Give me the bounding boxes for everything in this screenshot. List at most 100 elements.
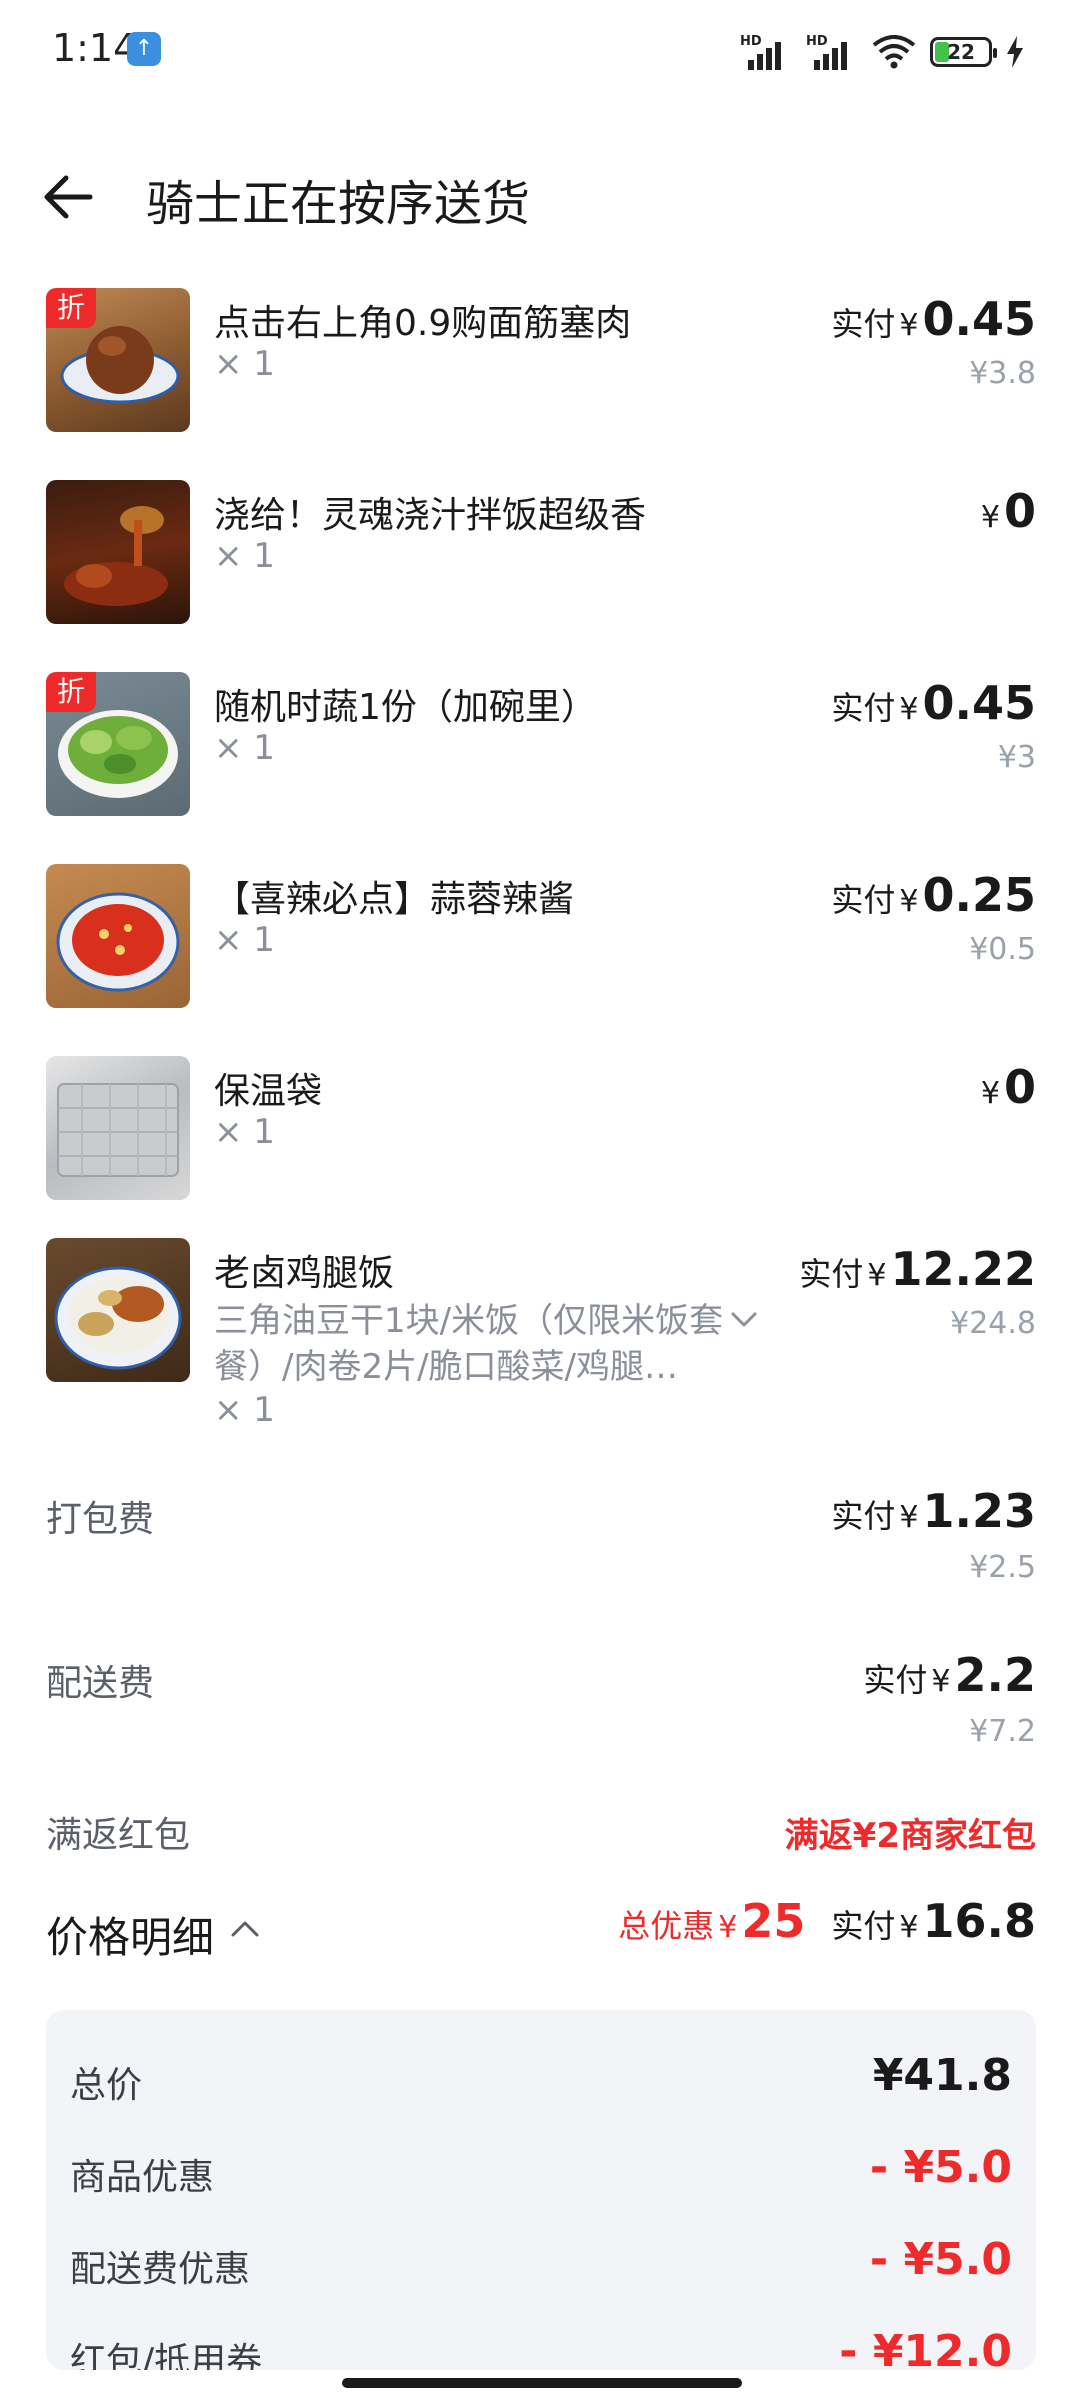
charging-icon	[1007, 36, 1023, 68]
item-quantity: × 1	[214, 1112, 275, 1152]
list-item[interactable]: 保温袋 × 1 ¥0	[0, 1056, 1080, 1206]
breakdown-row: 配送费优惠 - ¥5.0	[70, 2234, 1012, 2294]
breakdown-value: - ¥12.0	[839, 2326, 1012, 2370]
signal-icon-1: HD	[740, 34, 792, 70]
breakdown-label: 总价	[70, 2065, 143, 2106]
breakdown-label: 红包/抵用券	[70, 2341, 263, 2370]
item-price: 实付 ¥12.22	[799, 1242, 1036, 1296]
currency-symbol: ¥	[899, 308, 919, 343]
battery-level: 22	[947, 40, 975, 64]
price-breakdown-toggle[interactable]: 价格明细	[46, 1904, 214, 1965]
item-price: 实付 ¥0.45	[831, 676, 1036, 730]
currency-symbol: ¥	[980, 1076, 1000, 1111]
paid-amount: 0.45	[922, 676, 1037, 730]
discount-badge: 折	[46, 672, 96, 712]
item-name: 随机时蔬1份（加碗里）	[214, 687, 597, 728]
item-price: 实付 ¥0.45	[831, 292, 1036, 346]
currency-symbol: ¥	[899, 1910, 919, 1945]
list-item[interactable]: 折 随机时蔬1份（加碗里） × 1 实付 ¥0.45 ¥3	[0, 672, 1080, 822]
home-indicator[interactable]	[342, 2378, 742, 2388]
dish-image	[46, 480, 190, 624]
original-price: ¥2.5	[969, 1550, 1036, 1585]
red-packet-value: 满返¥2商家红包	[784, 1816, 1036, 1856]
delivery-fee-price: 实付 ¥2.2	[863, 1648, 1036, 1702]
item-price: ¥0	[977, 484, 1036, 538]
breakdown-value: ¥41.8	[872, 2050, 1012, 2101]
item-quantity: × 1	[214, 536, 275, 576]
battery-icon: 22	[930, 37, 997, 67]
paid-amount: 0.45	[922, 292, 1037, 346]
item-name: 老卤鸡腿饭	[214, 1253, 395, 1294]
delivery-fee-row: 配送费 实付 ¥2.2 ¥7.2	[0, 1648, 1080, 1754]
red-packet-label: 满返红包	[46, 1815, 191, 1856]
paid-amount: 0.25	[922, 868, 1037, 922]
original-price: ¥7.2	[969, 1714, 1036, 1749]
order-summary: 总优惠 ¥25 实付 ¥16.8	[618, 1894, 1036, 1948]
item-price: ¥0	[977, 1060, 1036, 1114]
item-quantity: × 1	[214, 920, 275, 960]
signal-icon-2: HD	[806, 34, 858, 70]
paid-amount: 2.2	[954, 1648, 1037, 1702]
breakdown-label: 配送费优惠	[70, 2249, 251, 2290]
status-time: 1:14	[52, 26, 138, 70]
page-header: 骑士正在按序送货	[0, 150, 1080, 240]
currency-symbol: ¥	[867, 1258, 887, 1293]
total-paid-amount: 16.8	[922, 1894, 1037, 1948]
red-packet-row: 满返红包 满返¥2商家红包	[0, 1806, 1080, 1866]
paid-prefix: 实付	[831, 1497, 896, 1535]
item-quantity: × 1	[214, 728, 275, 768]
total-discount-amount: 25	[741, 1894, 806, 1948]
paid-prefix: 实付	[831, 1907, 896, 1945]
currency-symbol: ¥	[899, 1500, 919, 1535]
chevron-down-icon[interactable]	[730, 1310, 758, 1330]
discount-badge: 折	[46, 288, 96, 328]
paid-amount: 12.22	[890, 1242, 1036, 1296]
breakdown-value: - ¥5.0	[869, 2142, 1012, 2193]
original-price: ¥3	[997, 740, 1036, 775]
breakdown-row: 红包/抵用券 - ¥12.0	[70, 2326, 1012, 2370]
currency-symbol: ¥	[899, 692, 919, 727]
currency-symbol: ¥	[931, 1664, 951, 1699]
item-options: 三角油豆干1块/米饭（仅限米饭套餐）/肉卷2片/脆口酸菜/鸡腿…	[214, 1301, 724, 1387]
paid-prefix: 实付	[863, 1661, 928, 1699]
paid-amount: 0	[1003, 1060, 1036, 1114]
dish-image	[46, 1056, 190, 1200]
paid-prefix: 实付	[831, 305, 896, 343]
list-item[interactable]: 【喜辣必点】蒜蓉辣酱 × 1 实付 ¥0.25 ¥0.5	[0, 864, 1080, 1014]
back-arrow-icon[interactable]	[40, 172, 100, 222]
breakdown-row: 总价 ¥41.8	[70, 2050, 1012, 2110]
paid-prefix: 实付	[831, 881, 896, 919]
delivery-fee-label: 配送费	[46, 1663, 155, 1704]
currency-symbol: ¥	[899, 884, 919, 919]
dish-image: 折	[46, 288, 190, 432]
list-item[interactable]: 浇给！灵魂浇汁拌饭超级香 × 1 ¥0	[0, 480, 1080, 630]
item-name: 点击右上角0.9购面筋塞肉	[214, 303, 632, 344]
currency-symbol: ¥	[980, 500, 1000, 535]
list-item[interactable]: 老卤鸡腿饭 三角油豆干1块/米饭（仅限米饭套餐）/肉卷2片/脆口酸菜/鸡腿… ×…	[0, 1238, 1080, 1438]
paid-prefix: 实付	[799, 1255, 864, 1293]
dish-image	[46, 864, 190, 1008]
total-discount-label: 总优惠	[618, 1907, 715, 1945]
status-icons: HD HD 22	[740, 32, 1024, 72]
item-price: 实付 ¥0.25	[831, 868, 1036, 922]
paid-amount: 0	[1003, 484, 1036, 538]
original-price: ¥24.8	[950, 1306, 1036, 1341]
packing-fee-label: 打包费	[46, 1499, 155, 1540]
dish-image	[46, 1238, 190, 1382]
currency-symbol: ¥	[718, 1910, 738, 1945]
packing-fee-price: 实付 ¥1.23	[831, 1484, 1036, 1538]
breakdown-row: 商品优惠 - ¥5.0	[70, 2142, 1012, 2202]
status-bar: 1:14 ↑ HD HD 22	[0, 0, 1080, 110]
paid-prefix: 实付	[831, 689, 896, 727]
original-price: ¥0.5	[969, 932, 1036, 967]
original-price: ¥3.8	[969, 356, 1036, 391]
list-item[interactable]: 折 点击右上角0.9购面筋塞肉 × 1 实付 ¥0.45 ¥3.8	[0, 288, 1080, 438]
breakdown-value: - ¥5.0	[869, 2234, 1012, 2285]
upload-notification-icon: ↑	[127, 32, 161, 66]
chevron-up-icon[interactable]	[230, 1918, 260, 1940]
item-quantity: × 1	[214, 344, 275, 384]
page-title: 骑士正在按序送货	[146, 176, 531, 232]
paid-amount: 1.23	[922, 1484, 1037, 1538]
price-breakdown-panel: 总价 ¥41.8 商品优惠 - ¥5.0 配送费优惠 - ¥5.0 红包/抵用券…	[46, 2010, 1036, 2370]
dish-image: 折	[46, 672, 190, 816]
